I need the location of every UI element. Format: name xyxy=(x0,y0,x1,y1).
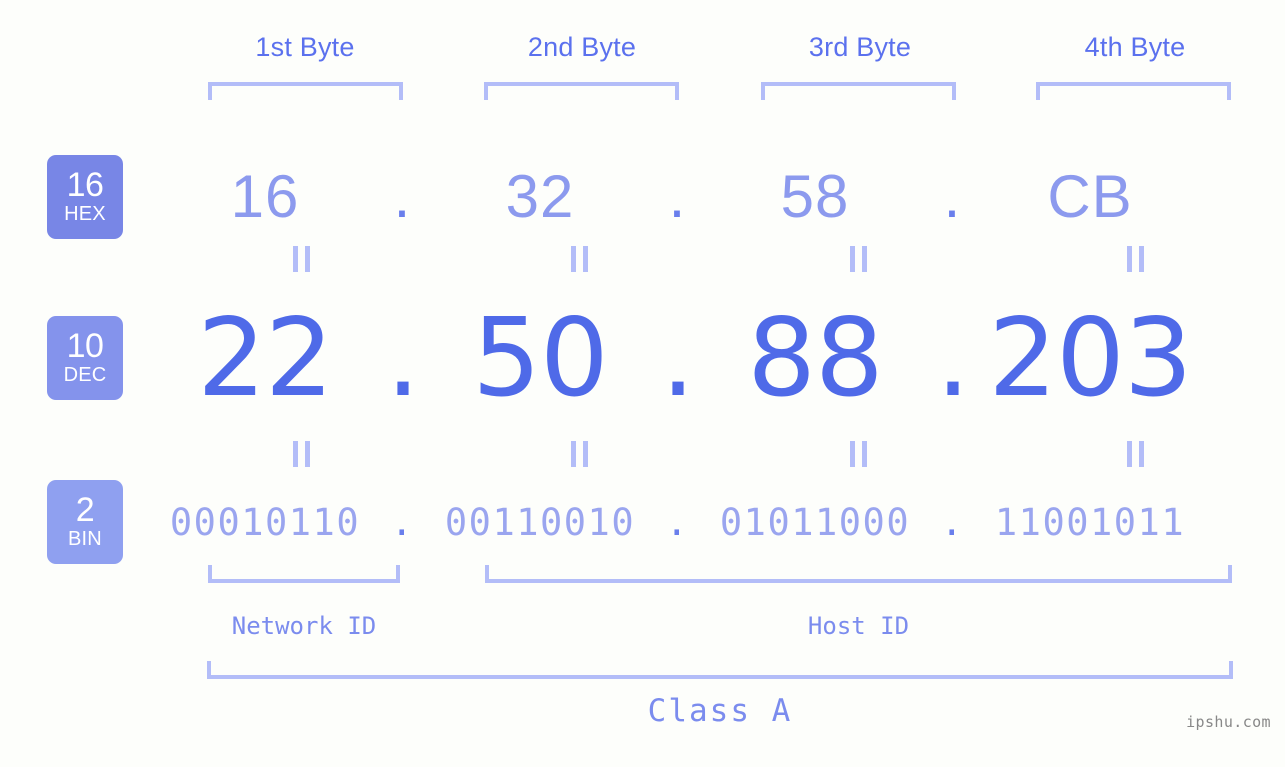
radix-badge-dec: 10 DEC xyxy=(47,316,123,400)
network-id-bracket xyxy=(208,565,400,583)
hex-byte-2: 32 xyxy=(505,162,575,230)
dec-byte-1: 22 xyxy=(197,295,333,421)
dec-value-row: 22 . 50 . 88 . 203 xyxy=(150,294,1255,422)
bin-byte-3: 01011000 xyxy=(719,500,911,544)
ip-class-label: Class A xyxy=(647,693,793,729)
radix-badge-dec-system: DEC xyxy=(63,363,107,386)
byte-bracket-top-2 xyxy=(484,82,679,100)
dec-separator-2: . xyxy=(660,295,695,421)
equals-mark-dec-bin-4 xyxy=(1122,441,1148,467)
radix-badge-dec-number: 10 xyxy=(66,327,104,366)
equals-mark-hex-dec-1 xyxy=(288,246,314,272)
equals-mark-dec-bin-3 xyxy=(845,441,871,467)
radix-badge-bin: 2 BIN xyxy=(47,480,123,564)
equals-mark-hex-dec-2 xyxy=(566,246,592,272)
dec-separator-3: . xyxy=(935,295,970,421)
hex-byte-1: 16 xyxy=(230,162,300,230)
hex-separator-1: . xyxy=(393,162,412,230)
network-id-label: Network ID xyxy=(231,612,377,640)
equals-mark-hex-dec-4 xyxy=(1122,246,1148,272)
byte-header-3: 3rd Byte xyxy=(808,32,912,62)
bin-byte-4: 11001011 xyxy=(994,500,1186,544)
bin-byte-1: 00010110 xyxy=(169,500,361,544)
radix-badge-bin-system: BIN xyxy=(68,527,102,550)
dec-byte-4: 203 xyxy=(988,295,1192,421)
bin-separator-3: . xyxy=(940,500,965,544)
byte-header-4: 4th Byte xyxy=(1084,32,1186,62)
byte-header-1: 1st Byte xyxy=(255,32,355,62)
equals-mark-hex-dec-3 xyxy=(845,246,871,272)
ip-address-breakdown-diagram: 1st Byte 2nd Byte 3rd Byte 4th Byte 16 H… xyxy=(0,0,1285,767)
radix-badge-bin-number: 2 xyxy=(75,491,95,530)
hex-separator-3: . xyxy=(943,162,962,230)
host-id-label: Host ID xyxy=(807,612,910,640)
bin-separator-1: . xyxy=(390,500,415,544)
bin-separator-2: . xyxy=(665,500,690,544)
radix-badge-hex-system: HEX xyxy=(64,202,106,225)
bin-value-row: 00010110 . 00110010 . 01011000 . 1100101… xyxy=(150,492,1255,552)
dec-byte-2: 50 xyxy=(472,295,608,421)
byte-bracket-top-3 xyxy=(761,82,956,100)
dec-byte-3: 88 xyxy=(747,295,883,421)
host-id-bracket xyxy=(485,565,1232,583)
dec-separator-1: . xyxy=(385,295,420,421)
hex-byte-3: 58 xyxy=(780,162,850,230)
equals-mark-dec-bin-1 xyxy=(288,441,314,467)
byte-bracket-top-4 xyxy=(1036,82,1231,100)
watermark: ipshu.com xyxy=(1186,713,1271,731)
equals-mark-dec-bin-2 xyxy=(566,441,592,467)
byte-bracket-top-1 xyxy=(208,82,403,100)
ip-class-bracket xyxy=(207,661,1233,679)
radix-badge-hex: 16 HEX xyxy=(47,155,123,239)
radix-badge-hex-number: 16 xyxy=(66,166,104,205)
hex-value-row: 16 . 32 . 58 . CB xyxy=(150,150,1255,242)
byte-header-2: 2nd Byte xyxy=(527,32,637,62)
hex-byte-4: CB xyxy=(1047,162,1133,230)
hex-separator-2: . xyxy=(668,162,687,230)
bin-byte-2: 00110010 xyxy=(444,500,636,544)
